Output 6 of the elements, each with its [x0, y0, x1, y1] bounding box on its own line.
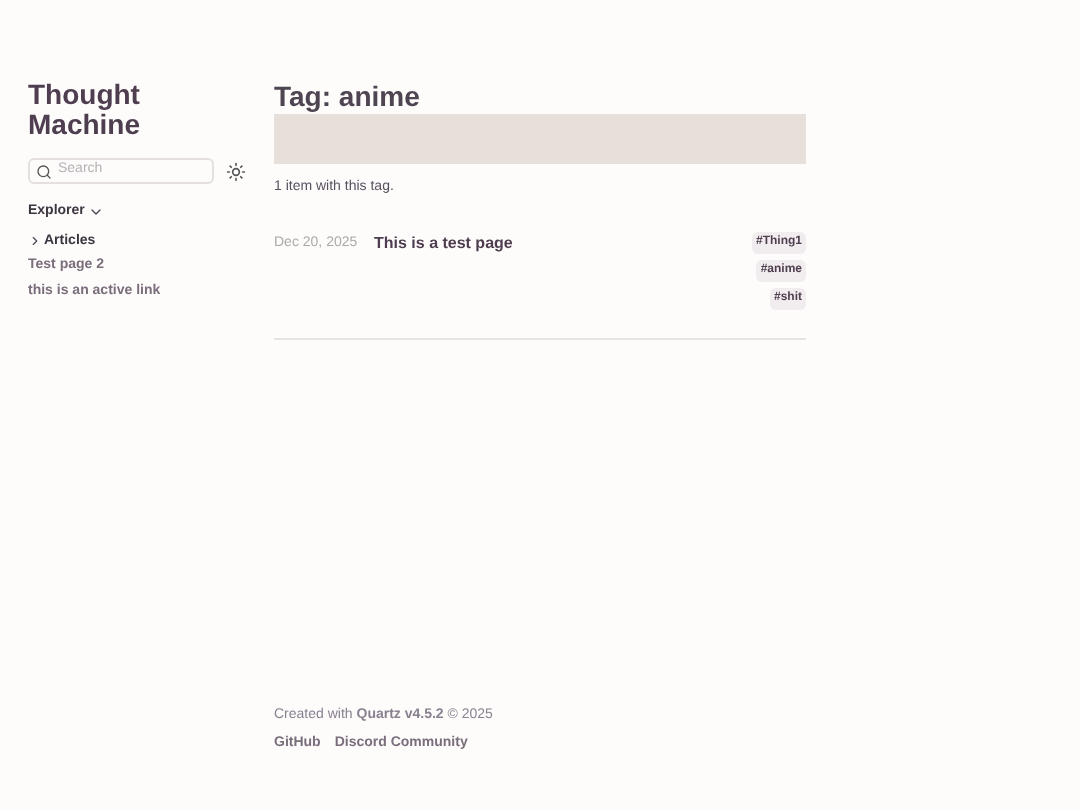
page-title: Tag: anime: [274, 80, 422, 112]
page-link[interactable]: This is a test page: [374, 231, 752, 309]
sun-icon[interactable]: [226, 161, 246, 181]
chevron-right-icon[interactable]: [28, 234, 42, 249]
site-title[interactable]: Thought Machine: [28, 80, 258, 140]
search-icon: [36, 163, 52, 179]
